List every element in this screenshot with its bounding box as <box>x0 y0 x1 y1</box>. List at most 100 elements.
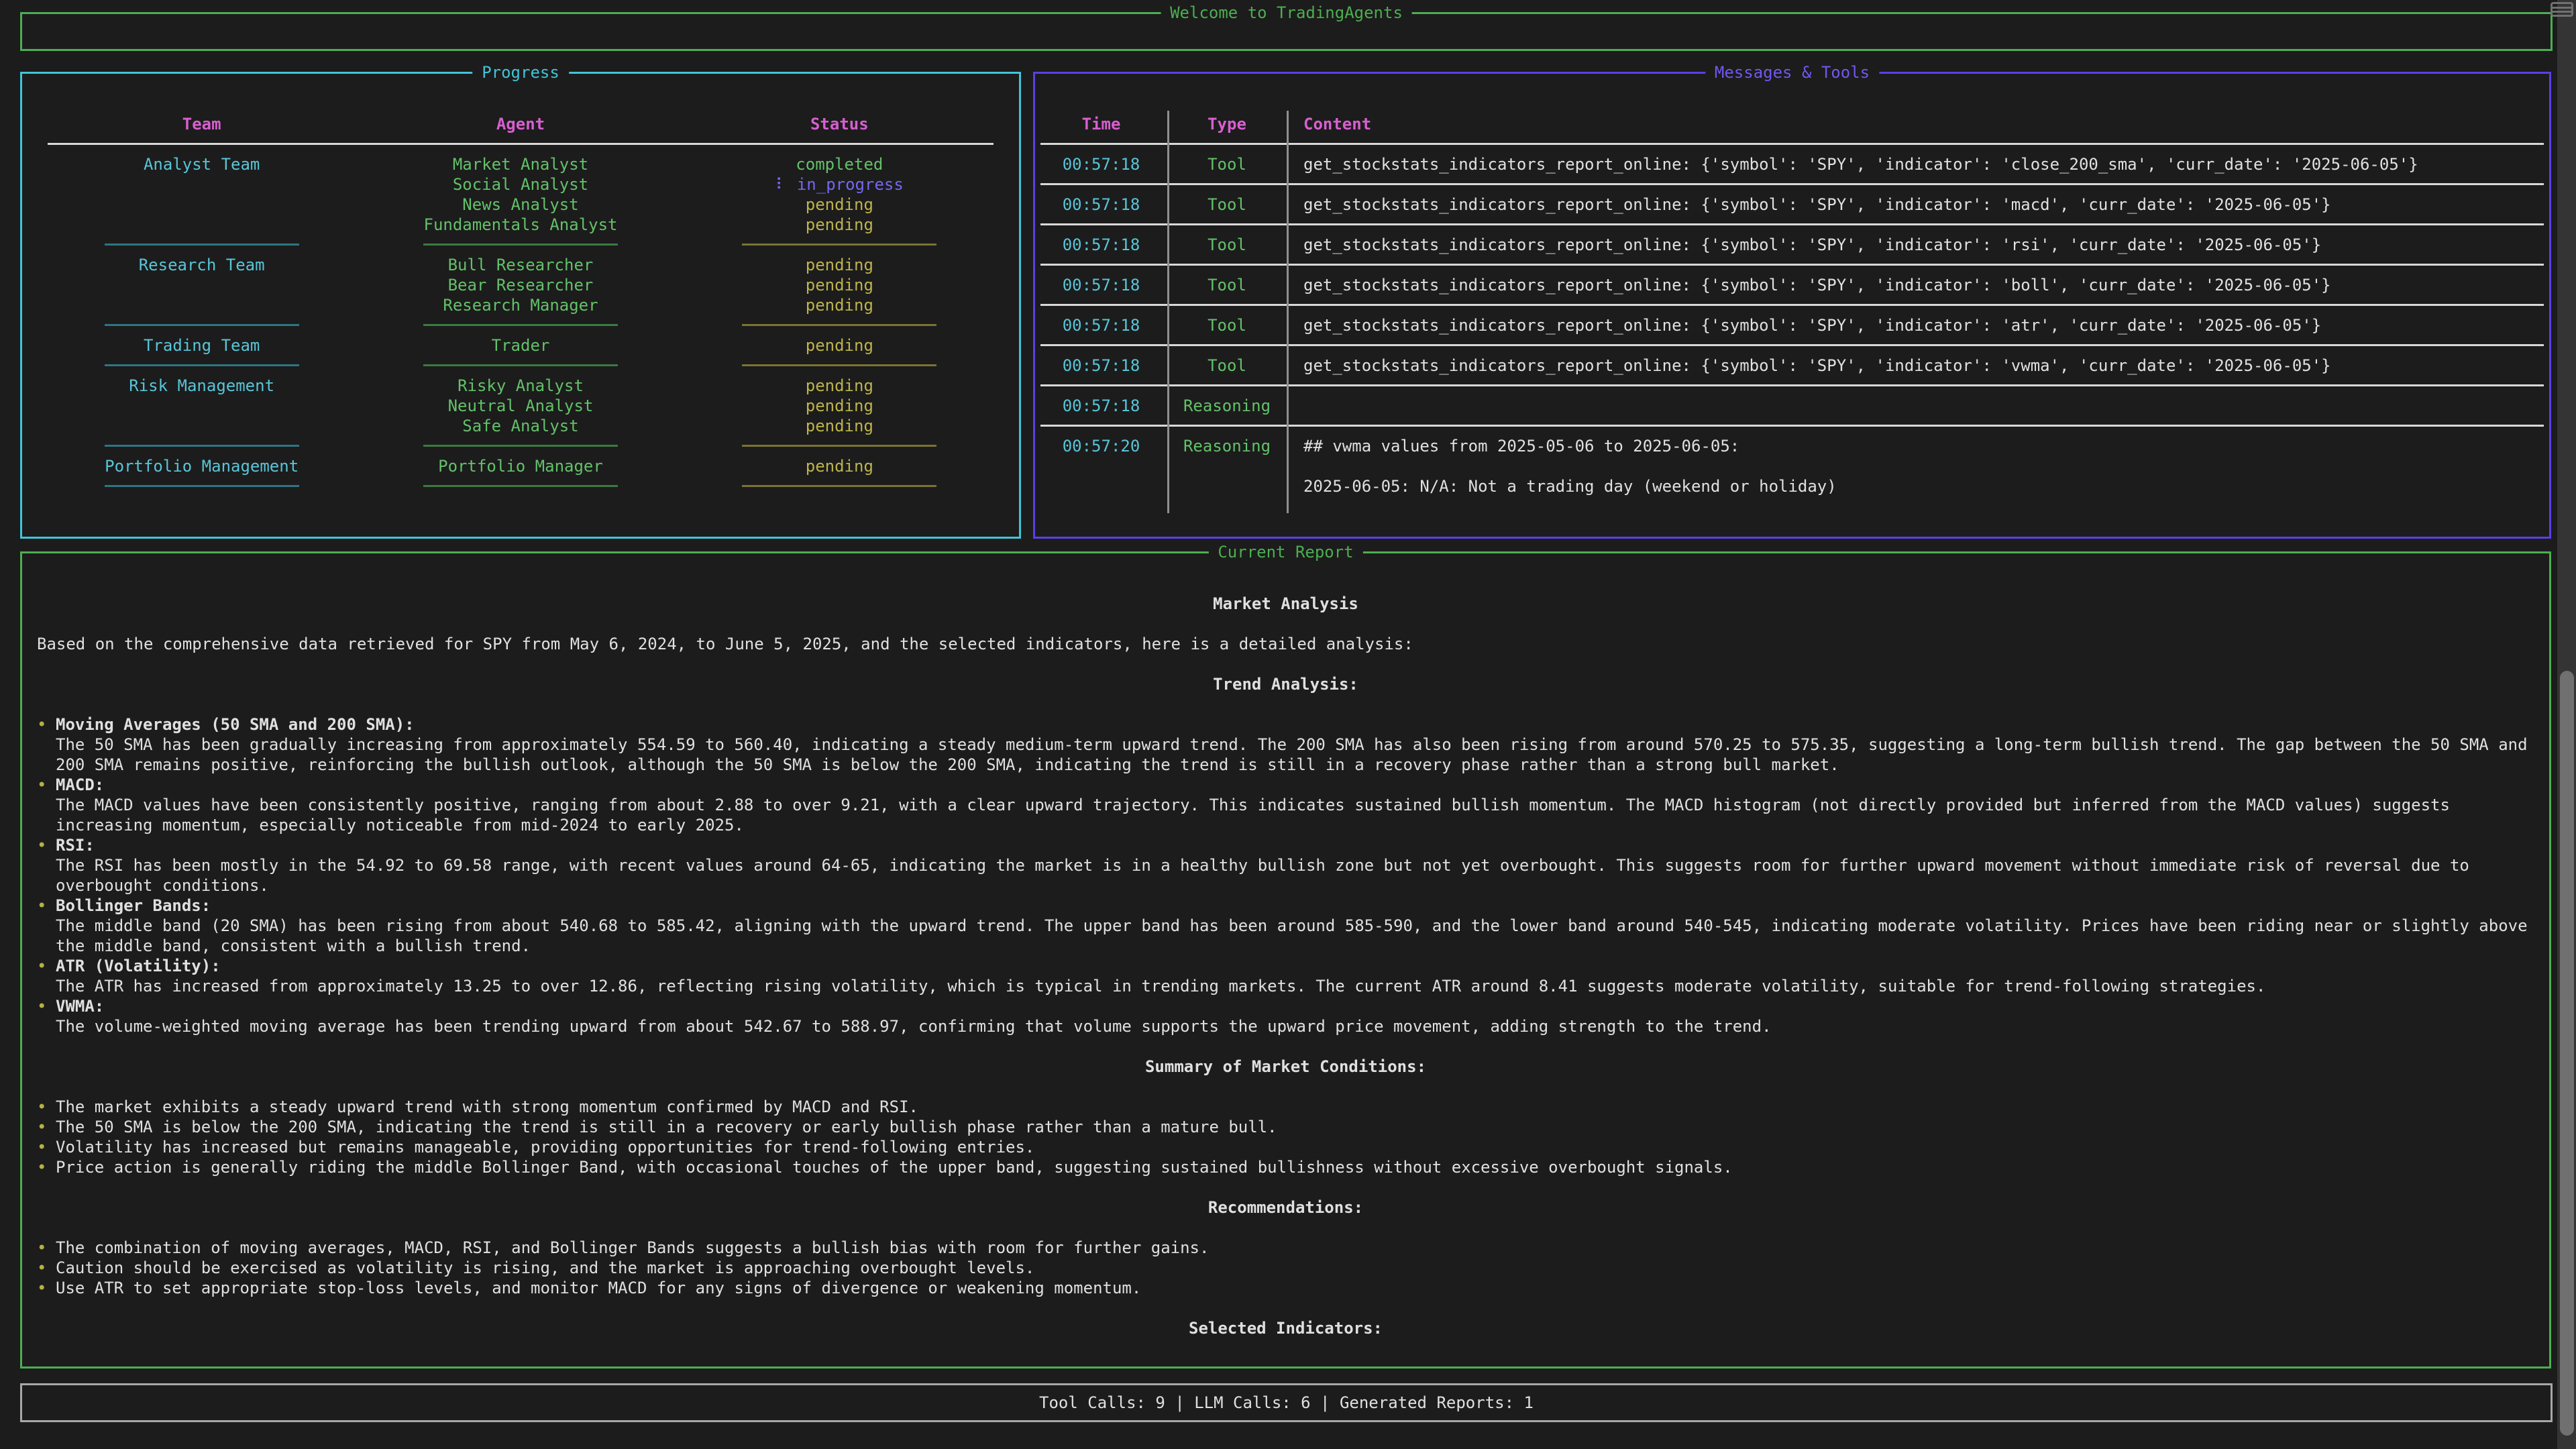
bullet-text: The volume-weighted moving average has b… <box>56 1016 2530 1036</box>
messages-panel: Messages & Tools TimeTypeContent00:57:18… <box>1033 72 2551 539</box>
welcome-title: Welcome to TradingAgents <box>1161 1 1412 24</box>
time-cell: 00:57:18 <box>1035 396 1167 416</box>
status-label: in_progress <box>797 175 904 194</box>
report-paragraph: Based on the comprehensive data retrieve… <box>22 634 2549 654</box>
progress-header-agent: Agent <box>361 114 680 134</box>
team-cell <box>42 295 361 315</box>
type-cell: Tool <box>1167 315 1287 335</box>
report-panel: Current Report Market AnalysisBased on t… <box>20 551 2551 1368</box>
type-cell: Reasoning <box>1167 396 1287 416</box>
progress-header-team: Team <box>42 114 361 134</box>
report-bullet: •Bollinger Bands:The middle band (20 SMA… <box>22 896 2549 956</box>
report-bullet: • Caution should be exercised as volatili… <box>22 1258 2549 1278</box>
agent-cell: Bear Researcher <box>361 275 680 295</box>
report-bullet: •RSI:The RSI has been mostly in the 54.9… <box>22 835 2549 896</box>
content-line: get_stockstats_indicators_report_online:… <box>1303 195 2549 215</box>
bullet-icon: • <box>37 1278 46 1298</box>
bullet-text: The MACD values have been consistently p… <box>56 795 2530 835</box>
group-separator <box>361 436 680 456</box>
team-cell <box>42 416 361 436</box>
status-label: pending <box>806 215 873 234</box>
status-label: pending <box>806 296 873 315</box>
report-bullet: •Volatility has increased but remains ma… <box>22 1137 2549 1157</box>
group-separator <box>42 476 361 496</box>
row-separator <box>1035 335 2549 356</box>
bullet-icon: • <box>37 1258 46 1278</box>
content-line: get_stockstats_indicators_report_online:… <box>1303 356 2549 376</box>
status-cell: pending <box>680 275 999 295</box>
bullet-text: The RSI has been mostly in the 54.92 to … <box>56 855 2530 896</box>
report-bullet: • Use ATR to set appropriate stop-loss le… <box>22 1278 2549 1298</box>
column-divider <box>1167 111 1169 513</box>
time-cell: 00:57:18 <box>1035 275 1167 295</box>
group-separator <box>42 356 361 376</box>
row-separator <box>1035 174 2549 195</box>
time-cell: 00:57:18 <box>1035 356 1167 376</box>
row-separator <box>1035 376 2549 396</box>
time-cell: 00:57:18 <box>1035 235 1167 255</box>
stats-text: Tool Calls: 9 | LLM Calls: 6 | Generated… <box>1039 1393 1534 1412</box>
time-cell: 00:57:18 <box>1035 315 1167 335</box>
report-heading: Summary of Market Conditions: <box>22 1057 2549 1077</box>
terminal-screen: Welcome to TradingAgents Progress TeamAg… <box>0 0 2576 1449</box>
row-separator <box>1035 295 2549 315</box>
content-cell: get_stockstats_indicators_report_online:… <box>1287 275 2549 295</box>
progress-header-status: Status <box>680 114 999 134</box>
status-cell: pending <box>680 456 999 476</box>
group-separator <box>680 235 999 255</box>
group-separator <box>361 356 680 376</box>
content-cell: get_stockstats_indicators_report_online:… <box>1287 315 2549 335</box>
bullet-icon: • <box>37 835 46 855</box>
bullet-label: ATR (Volatility): <box>56 956 2530 976</box>
team-cell <box>42 396 361 416</box>
status-label: pending <box>806 276 873 294</box>
report-heading: Market Analysis <box>22 594 2549 614</box>
team-cell: Analyst Team <box>42 154 361 174</box>
spinner-icon: ⠇ <box>775 175 797 194</box>
messages-header-content: Content <box>1287 114 2549 134</box>
report-bullet: •The 50 SMA is below the 200 SMA, indica… <box>22 1117 2549 1137</box>
content-cell: get_stockstats_indicators_report_online:… <box>1287 154 2549 174</box>
status-label: pending <box>806 417 873 435</box>
group-separator <box>680 476 999 496</box>
content-line: get_stockstats_indicators_report_online:… <box>1303 315 2549 335</box>
content-line: ## vwma values from 2025-05-06 to 2025-0… <box>1303 436 2549 456</box>
group-separator <box>42 235 361 255</box>
group-separator <box>680 356 999 376</box>
messages-panel-title: Messages & Tools <box>1705 61 1879 84</box>
status-label: pending <box>806 195 873 214</box>
header-separator <box>1035 134 2549 154</box>
bullet-text: The combination of moving averages, MACD… <box>56 1238 2530 1258</box>
agent-cell: Bull Researcher <box>361 255 680 275</box>
agent-cell: Trader <box>361 335 680 356</box>
group-separator <box>361 235 680 255</box>
agent-cell: Social Analyst <box>361 174 680 195</box>
team-cell <box>42 195 361 215</box>
bullet-text: Use ATR to set appropriate stop-loss lev… <box>56 1278 2530 1298</box>
messages-table: TimeTypeContent00:57:18Toolget_stockstat… <box>1035 74 2549 496</box>
row-separator <box>1035 255 2549 275</box>
bullet-text: Caution should be exercised as volatilit… <box>56 1258 2530 1278</box>
bullet-icon: • <box>37 1137 46 1157</box>
content-line: get_stockstats_indicators_report_online:… <box>1303 275 2549 295</box>
report-bullet-list: •Moving Averages (50 SMA and 200 SMA):Th… <box>22 714 2549 1036</box>
agent-cell: Fundamentals Analyst <box>361 215 680 235</box>
status-cell: pending <box>680 396 999 416</box>
stats-bar: Tool Calls: 9 | LLM Calls: 6 | Generated… <box>20 1383 2553 1422</box>
agent-cell: Risky Analyst <box>361 376 680 396</box>
scrollbar-menu-icon[interactable] <box>2551 2 2573 17</box>
content-cell: ## vwma values from 2025-05-06 to 2025-0… <box>1287 436 2549 496</box>
team-cell <box>42 275 361 295</box>
report-bullet: •The combination of moving averages, MAC… <box>22 1238 2549 1258</box>
content-cell: get_stockstats_indicators_report_online:… <box>1287 195 2549 215</box>
report-bullet: •VWMA:The volume-weighted moving average… <box>22 996 2549 1036</box>
report-bullet: •Price action is generally riding the mi… <box>22 1157 2549 1177</box>
type-cell: Tool <box>1167 275 1287 295</box>
report-bullet: •Moving Averages (50 SMA and 200 SMA):Th… <box>22 714 2549 775</box>
group-separator <box>680 315 999 335</box>
scrollbar-thumb[interactable] <box>2560 671 2574 1436</box>
bullet-icon: • <box>37 1157 46 1177</box>
report-heading: Selected Indicators: <box>22 1318 2549 1338</box>
status-cell: pending <box>680 295 999 315</box>
status-cell: pending <box>680 255 999 275</box>
